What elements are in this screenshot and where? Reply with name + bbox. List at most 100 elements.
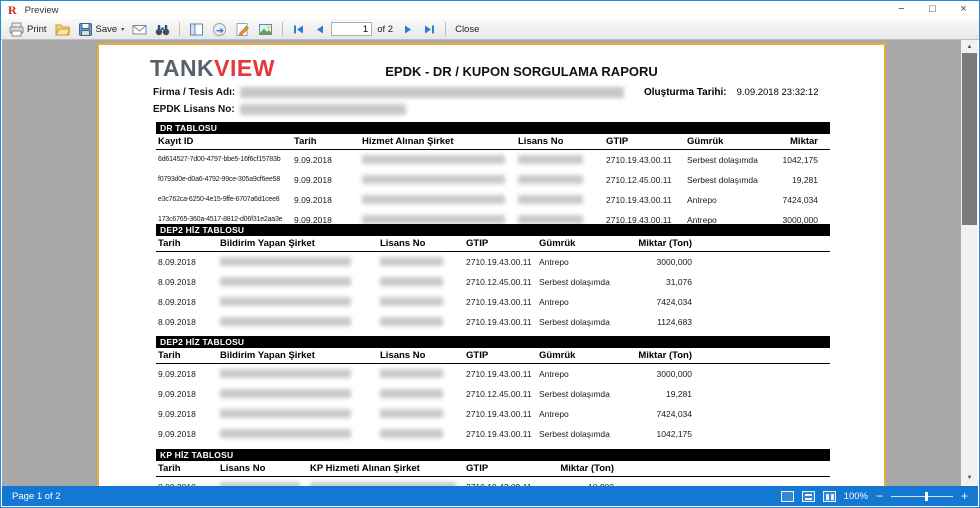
- toolbar-separator: [179, 22, 180, 36]
- open-button[interactable]: [52, 21, 73, 38]
- column-header: Miktar (Ton): [608, 236, 692, 251]
- toolbar-separator: [282, 22, 283, 36]
- toolbar: Print Save ▾: [1, 19, 979, 40]
- table-cell: 2710.19.43.00.11: [606, 150, 686, 170]
- outline-button[interactable]: [186, 21, 207, 38]
- table-cell: 2710.19.43.00.11: [466, 364, 538, 384]
- report-page[interactable]: TANKVIEW EPDK - DR / KUPON SORGULAMA RAP…: [97, 43, 886, 486]
- prev-page-icon: [313, 23, 326, 36]
- report-table: DEP2 HİZ TABLOSUTarihBildirim Yapan Şirk…: [156, 336, 830, 444]
- print-label: Print: [27, 24, 47, 35]
- column-header: Lisans No: [220, 461, 308, 476]
- report-table: DEP2 HİZ TABLOSUTarihBildirim Yapan Şirk…: [156, 224, 830, 332]
- next-page-icon: [402, 23, 415, 36]
- redacted-cell: [380, 277, 443, 286]
- zoom-slider-thumb[interactable]: [925, 492, 928, 501]
- column-header: Miktar: [722, 134, 818, 149]
- zoom-out-button[interactable]: −: [876, 490, 883, 502]
- table-row: 9.09.20182710.12.45.00.11Serbest dolaşım…: [156, 384, 830, 404]
- table-cell: 7424,034: [608, 292, 692, 312]
- table-row: 9.09.20182710.19.43.00.11Antrepo7424,034: [156, 404, 830, 424]
- page-count-label: of 2: [377, 24, 393, 35]
- report-table: KP HİZ TABLOSUTarihLisans NoKP Hizmeti A…: [156, 449, 830, 486]
- logo-part1: TANK: [150, 55, 214, 81]
- continuous-view-icon[interactable]: [802, 491, 815, 502]
- table-row: 9.09.20182710.19.43.00.11Antrepo3000,000: [156, 364, 830, 384]
- find-button[interactable]: [152, 21, 173, 38]
- prev-page-button[interactable]: [310, 22, 329, 37]
- multi-page-view-icon[interactable]: [823, 491, 836, 502]
- first-page-button[interactable]: [289, 22, 308, 37]
- redacted-cell: [362, 195, 505, 204]
- table-cell: 3000,000: [608, 252, 692, 272]
- scroll-down-icon[interactable]: ▼: [961, 471, 978, 486]
- table-title-bar: DEP2 HİZ TABLOSU: [156, 336, 830, 348]
- save-button[interactable]: Save ▾: [75, 21, 128, 38]
- lisans-label: EPDK Lisans No:: [153, 104, 235, 115]
- table-cell: 2710.19.43.00.11: [466, 477, 538, 486]
- edit-page-icon: [235, 22, 250, 37]
- print-button[interactable]: Print: [6, 21, 50, 38]
- last-page-icon: [423, 23, 436, 36]
- table-cell: 2710.19.43.00.11: [466, 424, 538, 444]
- column-header: GTIP: [466, 348, 538, 363]
- page-number-input[interactable]: [331, 22, 372, 36]
- save-dropdown-icon[interactable]: ▾: [121, 26, 124, 33]
- redacted-cell: [220, 409, 351, 418]
- save-label: Save: [96, 24, 118, 35]
- redacted-cell: [220, 369, 351, 378]
- minimize-button[interactable]: −: [886, 1, 917, 19]
- table-cell: 2710.12.45.00.11: [466, 384, 538, 404]
- zoom-in-button[interactable]: +: [961, 490, 968, 502]
- firma-label: Firma / Tesis Adı:: [153, 87, 235, 98]
- preview-window: R Preview − □ × Print Save ▾: [0, 0, 980, 508]
- table-cell: e3c762ca-6250-4e15-9ffe-6707a6d1cee8: [158, 190, 294, 210]
- table-row: 8.09.20182710.19.43.00.11Antrepo7424,034: [156, 292, 830, 312]
- table-cell: 9.09.2018: [294, 150, 358, 170]
- export-button[interactable]: [209, 21, 230, 38]
- single-page-view-icon[interactable]: [781, 491, 794, 502]
- print-icon: [9, 22, 24, 37]
- zoom-slider[interactable]: [891, 491, 953, 502]
- close-preview-button[interactable]: Close: [452, 23, 482, 36]
- window-title: Preview: [25, 5, 59, 16]
- redacted-cell: [220, 257, 351, 266]
- export-icon: [212, 22, 227, 37]
- outline-panel-icon: [189, 22, 204, 37]
- app-icon: R: [8, 1, 17, 19]
- table-title-bar: KP HİZ TABLOSU: [156, 449, 830, 461]
- table-title-bar: DEP2 HİZ TABLOSU: [156, 224, 830, 236]
- table-row: e3c762ca-6250-4e15-9ffe-6707a6d1cee89.09…: [156, 190, 830, 210]
- zoom-slider-track: [891, 496, 953, 497]
- edit-button[interactable]: [232, 21, 253, 38]
- table-title-bar: DR TABLOSU: [156, 122, 830, 134]
- find-icon: [155, 22, 170, 37]
- table-cell: 19,281: [722, 170, 818, 190]
- redacted-cell: [220, 277, 351, 286]
- column-header: Miktar (Ton): [608, 348, 692, 363]
- redacted-cell: [518, 155, 583, 164]
- table-cell: 2710.19.43.00.11: [606, 190, 686, 210]
- redacted-cell: [380, 297, 443, 306]
- scrollbar-thumb[interactable]: [962, 53, 977, 225]
- email-button[interactable]: [129, 21, 150, 38]
- maximize-button[interactable]: □: [917, 1, 948, 19]
- table-row: 6d614527-7d00-4797-bbe5-16f6cf15783b9.09…: [156, 150, 830, 170]
- redacted-cell: [220, 429, 351, 438]
- redacted-cell: [362, 155, 505, 164]
- close-label: Close: [455, 24, 479, 35]
- statusbar: Page 1 of 2 100% − +: [2, 486, 978, 506]
- next-page-button[interactable]: [399, 22, 418, 37]
- column-header: Bildirim Yapan Şirket: [220, 236, 378, 251]
- last-page-button[interactable]: [420, 22, 439, 37]
- column-header: Lisans No: [380, 236, 462, 251]
- watermark-button[interactable]: [255, 21, 276, 38]
- column-header: GTIP: [606, 134, 686, 149]
- table-cell: 2710.19.43.00.11: [466, 252, 538, 272]
- firma-value-redacted: [240, 87, 624, 98]
- vertical-scrollbar[interactable]: ▲ ▼: [961, 40, 978, 486]
- close-window-button[interactable]: ×: [948, 1, 979, 19]
- table-cell: 1042,175: [608, 424, 692, 444]
- table-cell: 7424,034: [608, 404, 692, 424]
- table-row: 8.09.20182710.19.43.00.11Antrepo3000,000: [156, 252, 830, 272]
